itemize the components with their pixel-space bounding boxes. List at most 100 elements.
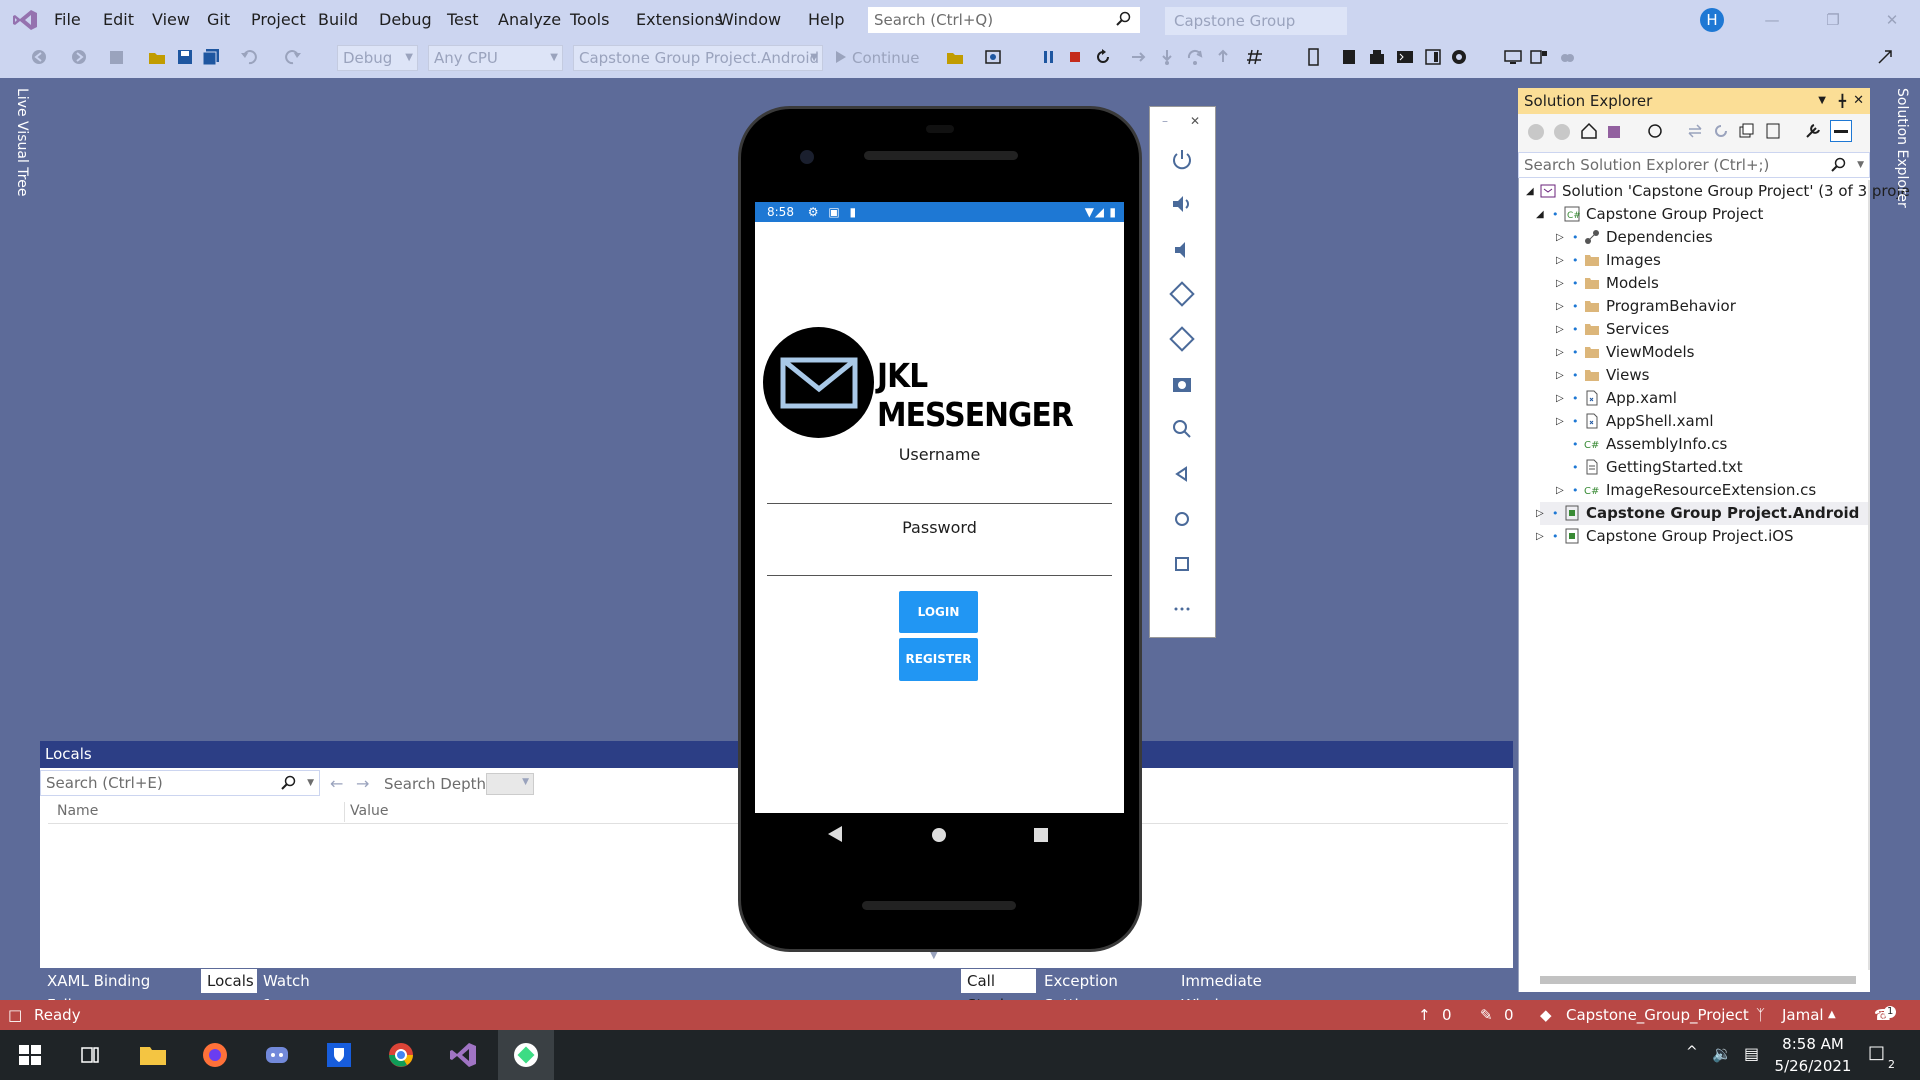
expand-arrow-icon[interactable]: ▷ <box>1556 295 1564 318</box>
menu-item-analyze[interactable]: Analyze <box>491 0 568 40</box>
tree-item-dependencies[interactable]: ▷ • Dependencies <box>1520 226 1866 249</box>
new-project-icon[interactable] <box>108 48 126 66</box>
nav-home-icon[interactable] <box>932 828 946 842</box>
restart-icon[interactable] <box>1094 48 1112 66</box>
tab-xaml-binding-failures[interactable]: XAML Binding Failures <box>41 969 201 1014</box>
pause-icon[interactable] <box>1040 48 1058 66</box>
open-folder-icon[interactable] <box>148 48 166 66</box>
se-forward-icon[interactable] <box>1554 124 1570 140</box>
visual-studio-icon[interactable] <box>448 1040 478 1070</box>
volume-up-icon[interactable] <box>1168 190 1196 218</box>
expand-arrow-icon[interactable]: ▷ <box>1556 387 1564 410</box>
action-center-icon[interactable]: □ <box>1868 1042 1885 1063</box>
minimize-icon[interactable]: — <box>1760 8 1784 32</box>
startup-project-dropdown[interactable]: Capstone Group Project.Android ▼ <box>573 45 823 71</box>
volume-down-icon[interactable] <box>1168 236 1196 264</box>
tab-watch-1[interactable]: Watch 1 <box>257 969 322 1014</box>
emulator-minimize-icon[interactable]: – <box>1162 114 1168 128</box>
register-button[interactable]: REGISTER <box>899 638 978 681</box>
more-icon[interactable] <box>1168 595 1196 623</box>
close-icon[interactable]: ✕ <box>1853 88 1864 114</box>
column-header-name[interactable]: Name <box>57 803 98 819</box>
branch-icon[interactable]: ᛉ <box>1756 1000 1765 1030</box>
home-icon[interactable] <box>1168 505 1196 533</box>
hot-reload-icon[interactable] <box>984 48 1002 66</box>
expand-arrow-icon[interactable]: ▷ <box>1556 226 1564 249</box>
expand-arrow-icon[interactable]: ▷ <box>1556 249 1564 272</box>
solution-explorer-search-input[interactable]: Search Solution Explorer (Ctrl+;) ▼ <box>1518 152 1870 178</box>
stop-icon[interactable] <box>1066 48 1084 66</box>
tree-item-views[interactable]: ▷ • Views <box>1520 364 1866 387</box>
search-forward-icon[interactable]: → <box>356 774 369 793</box>
rotate-left-icon[interactable] <box>1168 280 1196 308</box>
close-icon[interactable]: ✕ <box>1880 8 1904 32</box>
menu-item-file[interactable]: File <box>47 0 88 40</box>
menu-item-tools[interactable]: Tools <box>563 0 616 40</box>
chrome-icon[interactable] <box>386 1040 416 1070</box>
globe-icon[interactable] <box>1450 48 1468 66</box>
push-count[interactable]: 0 <box>1442 1000 1452 1030</box>
power-icon[interactable] <box>1168 146 1196 174</box>
se-horizontal-scrollbar[interactable] <box>1540 976 1856 984</box>
clock-date[interactable]: 5/26/2021 <box>1770 1057 1856 1075</box>
password-field[interactable] <box>767 542 1112 576</box>
expand-arrow-icon[interactable]: ▷ <box>1556 479 1564 502</box>
live-visual-tree-tab[interactable]: Live Visual Tree <box>6 88 30 198</box>
restore-icon[interactable]: ❐ <box>1821 8 1845 32</box>
tree-item-services[interactable]: ▷ • Services <box>1520 318 1866 341</box>
menu-item-window[interactable]: Window <box>711 0 788 40</box>
step-over-icon[interactable] <box>1186 48 1204 66</box>
menu-item-edit[interactable]: Edit <box>96 0 141 40</box>
tree-item-models[interactable]: ▷ • Models <box>1520 272 1866 295</box>
se-home-icon[interactable] <box>1580 122 1598 140</box>
push-icon[interactable]: ↑ <box>1418 1000 1431 1030</box>
expand-arrow-icon[interactable]: ▷ <box>1556 364 1564 387</box>
collapse-arrow-icon[interactable]: ◢ <box>1536 203 1544 226</box>
se-switch-views-icon[interactable] <box>1606 122 1624 140</box>
volume-icon[interactable]: 🔉 <box>1712 1044 1732 1063</box>
tree-item-gettingstarted-txt[interactable]: • GettingStarted.txt <box>1520 456 1866 479</box>
pending-changes-count[interactable]: 0 <box>1504 1000 1514 1030</box>
menu-item-view[interactable]: View <box>145 0 197 40</box>
se-preview-icon[interactable] <box>1830 120 1852 142</box>
se-back-icon[interactable] <box>1528 124 1544 140</box>
se-properties-icon[interactable] <box>1804 122 1822 140</box>
menu-item-build[interactable]: Build <box>311 0 365 40</box>
branch-name[interactable]: Jamal <box>1782 1000 1824 1030</box>
bitwarden-icon[interactable] <box>324 1040 354 1070</box>
repo-icon[interactable]: ◆ <box>1540 1000 1552 1030</box>
android-device-manager-icon[interactable] <box>1340 48 1358 66</box>
tab-call-stack[interactable]: Call Stack <box>961 969 1036 1014</box>
back-icon[interactable] <box>1168 460 1196 488</box>
se-refresh-icon[interactable] <box>1712 122 1730 140</box>
tab-exception-settings[interactable]: Exception Settings <box>1038 969 1171 1014</box>
expand-arrow-icon[interactable]: ▷ <box>1556 272 1564 295</box>
feedback-icon[interactable] <box>1876 48 1894 66</box>
step-into-icon[interactable] <box>1158 48 1176 66</box>
expand-arrow-icon[interactable]: ▷ <box>1536 502 1544 525</box>
vs-logo-icon[interactable] <box>12 8 38 32</box>
repo-name[interactable]: Capstone_Group_Project <box>1566 1000 1749 1030</box>
column-header-value[interactable]: Value <box>350 803 388 819</box>
terminal-icon[interactable] <box>1396 48 1414 66</box>
show-next-statement-icon[interactable] <box>1130 48 1148 66</box>
tree-item-images[interactable]: ▷ • Images <box>1520 249 1866 272</box>
redo-icon[interactable] <box>284 48 302 66</box>
discord-icon[interactable] <box>262 1040 292 1070</box>
emulator-close-icon[interactable]: ✕ <box>1190 114 1200 128</box>
tree-item-capstone-group-project-ios[interactable]: ▷ • Capstone Group Project.iOS <box>1520 525 1866 548</box>
chevron-up-icon[interactable]: ▲ <box>1828 1000 1836 1030</box>
device-icon[interactable] <box>1304 48 1322 66</box>
android-sdk-icon[interactable] <box>1368 48 1386 66</box>
hex-display-icon[interactable] <box>1246 48 1264 66</box>
tree-item-capstone-group-project[interactable]: ◢ • C# Capstone Group Project <box>1520 203 1866 226</box>
menu-item-help[interactable]: Help <box>801 0 851 40</box>
preview-icon[interactable] <box>1504 48 1522 66</box>
menu-item-project[interactable]: Project <box>244 0 313 40</box>
expand-arrow-icon[interactable]: ▷ <box>1536 525 1544 548</box>
step-out-icon[interactable] <box>1214 48 1232 66</box>
platform-dropdown[interactable]: Any CPU ▼ <box>428 45 563 71</box>
device-screen[interactable] <box>755 202 1124 813</box>
forward-icon[interactable] <box>70 48 88 66</box>
file-explorer-icon[interactable] <box>138 1040 168 1070</box>
